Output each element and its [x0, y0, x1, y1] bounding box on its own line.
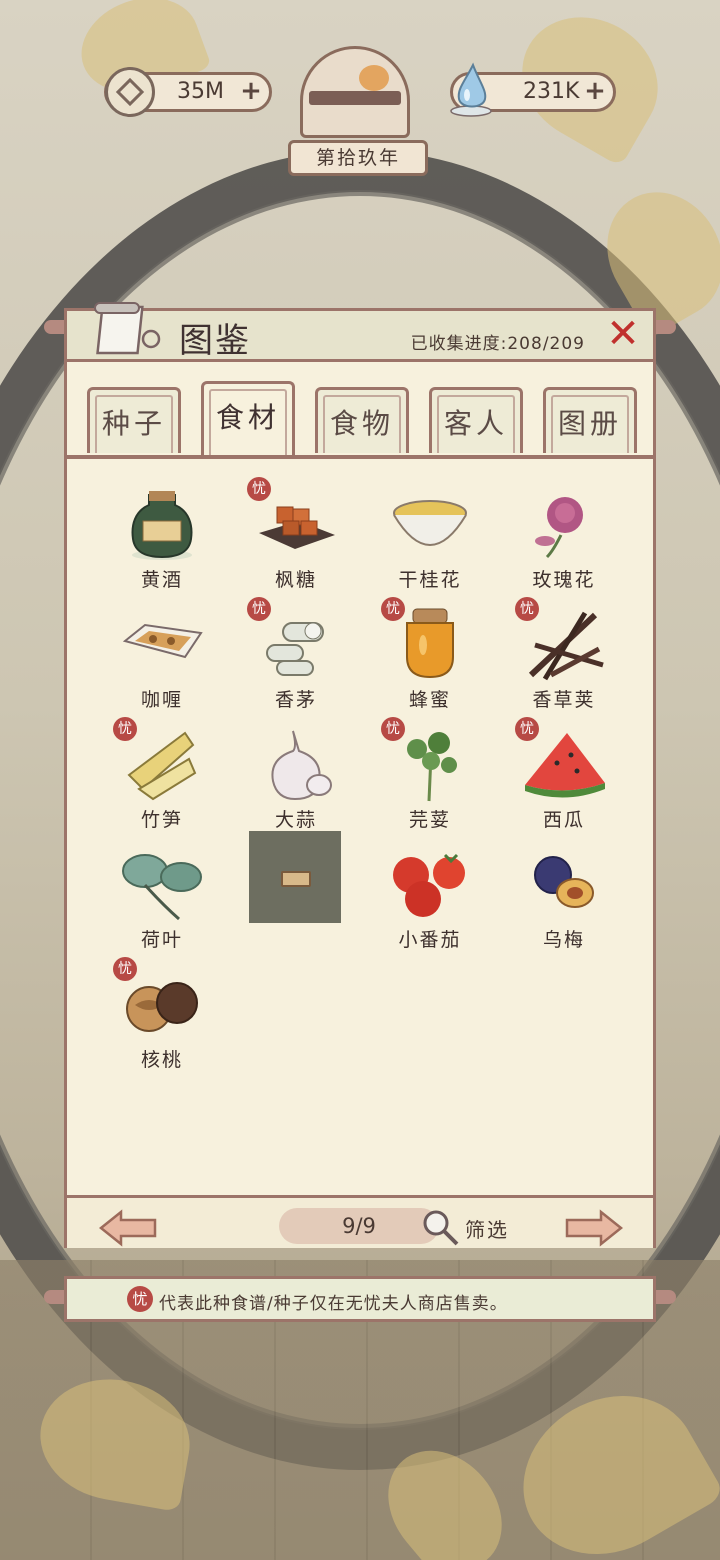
- rose-icon: [521, 485, 607, 563]
- item-locked[interactable]: [231, 831, 361, 959]
- item-coriander[interactable]: 忧 芫荽: [365, 717, 495, 839]
- add-coins-button[interactable]: +: [239, 78, 263, 104]
- garlic-icon: [253, 725, 339, 803]
- tab-divider: [67, 455, 653, 459]
- item-name: 蜂蜜: [408, 689, 451, 711]
- coin-icon: [105, 67, 155, 117]
- item-smoked-plum[interactable]: 乌梅: [499, 841, 629, 959]
- year-label: 第拾玖年: [288, 140, 428, 176]
- pagination-bar: 9/9 筛选: [67, 1195, 653, 1248]
- item-curry[interactable]: 咖喱: [97, 601, 227, 719]
- add-jade-button[interactable]: +: [583, 78, 607, 104]
- jade-counter: 231K +: [450, 62, 616, 117]
- collection-progress: 已收集进度:208/209: [410, 334, 585, 354]
- item-dried-osmanthus[interactable]: 干桂花: [365, 481, 495, 599]
- item-walnut[interactable]: 忧 核桃: [97, 957, 227, 1079]
- tab-food[interactable]: 食物: [315, 387, 409, 453]
- bamboo-shoot-icon: [119, 725, 205, 803]
- item-name: 香草荚: [532, 689, 596, 711]
- item-lotus-leaf[interactable]: 荷叶: [97, 841, 227, 959]
- panel-title: 图鉴: [179, 321, 251, 361]
- item-watermelon[interactable]: 忧 西瓜: [499, 717, 629, 839]
- lemongrass-icon: [253, 605, 339, 683]
- item-name: 黄酒: [140, 569, 183, 591]
- collection-panel: 图鉴 已收集进度:208/209 ✕ 种子 食材 食物 客人 图册 黄酒 忧 枫…: [64, 302, 656, 1248]
- category-tabs: 种子 食材 食物 客人 图册: [87, 381, 647, 459]
- item-name: 竹笋: [140, 809, 183, 831]
- item-name: 荷叶: [140, 929, 183, 951]
- exclusive-badge: 忧: [127, 1286, 153, 1312]
- jade-value: 231K: [523, 79, 580, 104]
- item-name: 香茅: [274, 689, 317, 711]
- item-cherry-tomato[interactable]: 小番茄: [365, 841, 495, 959]
- coin-counter: 35M +: [104, 67, 272, 117]
- curry-icon: [119, 605, 205, 683]
- tab-ingredients[interactable]: 食材: [201, 381, 295, 457]
- item-name: 咖喱: [140, 689, 183, 711]
- honey-jar-icon: [387, 605, 473, 683]
- item-name: 乌梅: [542, 929, 585, 951]
- item-vanilla-pod[interactable]: 忧 香草荚: [499, 597, 629, 719]
- maple-candy-icon: [253, 485, 339, 563]
- filter-button[interactable]: 筛选: [465, 1214, 509, 1243]
- item-name: 核桃: [140, 1049, 183, 1071]
- close-button[interactable]: ✕: [603, 314, 643, 355]
- item-name: 玫瑰花: [532, 569, 596, 591]
- scroll-icon: [94, 302, 161, 355]
- item-lemongrass[interactable]: 忧 香茅: [231, 597, 361, 719]
- cherry-tomato-icon: [387, 845, 473, 923]
- item-garlic[interactable]: 大蒜: [231, 721, 361, 839]
- watermelon-icon: [521, 725, 607, 803]
- item-name: 小番茄: [398, 929, 462, 951]
- item-name: 芫荽: [408, 809, 451, 831]
- lotus-leaf-icon: [119, 845, 205, 923]
- tab-guests[interactable]: 客人: [429, 387, 523, 453]
- item-maple-candy[interactable]: 忧 枫糖: [231, 477, 361, 599]
- tab-album[interactable]: 图册: [543, 387, 637, 453]
- walnut-icon: [119, 965, 205, 1043]
- magnifier-icon[interactable]: [421, 1208, 461, 1248]
- item-yellow-wine[interactable]: 黄酒: [97, 481, 227, 599]
- yellow-wine-icon: [119, 485, 205, 563]
- smoked-plum-icon: [521, 845, 607, 923]
- vanilla-pod-icon: [521, 605, 607, 683]
- panel-header: 图鉴 已收集进度:208/209 ✕: [67, 302, 653, 362]
- item-rose[interactable]: 玫瑰花: [499, 481, 629, 599]
- item-name: 大蒜: [274, 809, 317, 831]
- arrow-left-icon[interactable]: [97, 1208, 159, 1248]
- exclusive-note: 忧 代表此种食谱/种子仅在无忧夫人商店售卖。: [64, 1276, 656, 1322]
- item-name: 干桂花: [398, 569, 462, 591]
- item-name: 枫糖: [274, 569, 317, 591]
- coin-value: 35M: [177, 79, 224, 104]
- item-name: 西瓜: [542, 809, 585, 831]
- coriander-icon: [387, 725, 473, 803]
- item-bamboo-shoot[interactable]: 忧 竹笋: [97, 717, 227, 839]
- note-text: 代表此种食谱/种子仅在无忧夫人商店售卖。: [159, 1294, 508, 1314]
- arrow-right-icon[interactable]: [563, 1208, 625, 1248]
- page-indicator: 9/9: [279, 1208, 439, 1244]
- water-drop-icon: [450, 62, 492, 117]
- tab-seeds[interactable]: 种子: [87, 387, 181, 453]
- locked-item-placeholder: [249, 831, 341, 923]
- item-honey[interactable]: 忧 蜂蜜: [365, 597, 495, 719]
- dried-osmanthus-icon: [387, 485, 473, 563]
